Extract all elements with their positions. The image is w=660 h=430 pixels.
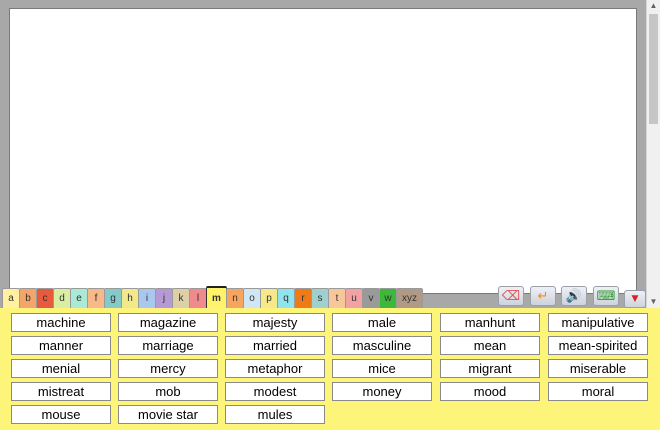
backspace-icon: ⌫ [501,288,521,304]
text-editor-area[interactable] [9,8,637,294]
word-button[interactable]: money [332,382,432,401]
vertical-scrollbar[interactable]: ▲ ▼ [646,0,660,308]
tab-letter-u[interactable]: u [345,288,363,308]
tab-letter-w[interactable]: w [379,288,397,308]
word-button[interactable]: mistreat [11,382,111,401]
word-button[interactable]: manipulative [548,313,648,332]
word-button[interactable]: modest [225,382,325,401]
enter-icon: ↵ [537,288,549,304]
tab-letter-k[interactable]: k [172,288,190,308]
tab-letter-s[interactable]: s [311,288,329,308]
backspace-button[interactable]: ⌫ [498,286,524,306]
word-button[interactable]: mean [440,336,540,355]
word-button[interactable]: married [225,336,325,355]
tab-letter-n[interactable]: n [226,288,244,308]
app-window: ▲ ▼ a b c d e f g h i j k l m n o p q r s t u v w xyz ⌫ ↵ 🔊 ⌨ ▼ mac… [0,0,660,430]
word-button[interactable]: mules [225,405,325,424]
word-button[interactable]: masculine [332,336,432,355]
word-button[interactable]: movie star [118,405,218,424]
tab-letter-q[interactable]: q [277,288,295,308]
tab-letter-e[interactable]: e [70,288,88,308]
word-button[interactable]: migrant [440,359,540,378]
collapse-icon: ▼ [631,294,639,304]
scroll-up-icon[interactable]: ▲ [647,0,660,12]
word-button[interactable]: mood [440,382,540,401]
tab-letter-f[interactable]: f [87,288,105,308]
tab-letter-c[interactable]: c [36,288,54,308]
tab-letter-i[interactable]: i [138,288,156,308]
keyboard-button[interactable]: ⌨ [593,286,619,306]
word-button[interactable]: mouse [11,405,111,424]
tab-letter-b[interactable]: b [19,288,37,308]
word-button[interactable]: majesty [225,313,325,332]
scroll-thumb[interactable] [649,14,658,124]
word-button[interactable]: mean-spirited [548,336,648,355]
word-button[interactable]: mice [332,359,432,378]
enter-button[interactable]: ↵ [530,286,556,306]
tab-letter-m[interactable]: m [206,286,227,308]
word-panel: machine magazine majesty male manhunt manipul… [0,308,660,430]
tab-letter-r[interactable]: r [294,288,312,308]
tab-letter-o[interactable]: o [243,288,261,308]
word-button[interactable]: miserable [548,359,648,378]
speaker-button[interactable]: 🔊 [561,286,587,306]
tab-letter-h[interactable]: h [121,288,139,308]
tab-letter-p[interactable]: p [260,288,278,308]
tab-letter-a[interactable]: a [2,288,20,308]
tab-letter-t[interactable]: t [328,288,346,308]
word-button[interactable]: magazine [118,313,218,332]
speaker-icon: 🔊 [565,288,583,304]
word-button[interactable]: manhunt [440,313,540,332]
word-button[interactable]: menial [11,359,111,378]
word-button[interactable]: manner [11,336,111,355]
word-button[interactable]: moral [548,382,648,401]
tab-letter-j[interactable]: j [155,288,173,308]
tab-letter-v[interactable]: v [362,288,380,308]
tab-letter-d[interactable]: d [53,288,71,308]
tab-letter-l[interactable]: l [189,288,207,308]
letter-tab-bar: a b c d e f g h i j k l m n o p q r s t u v w xyz [2,286,423,308]
word-button[interactable]: metaphor [225,359,325,378]
word-button[interactable]: mob [118,382,218,401]
word-button[interactable]: male [332,313,432,332]
word-button[interactable]: mercy [118,359,218,378]
keyboard-icon: ⌨ [596,288,616,304]
word-button[interactable]: marriage [118,336,218,355]
collapse-button[interactable]: ▼ [624,290,646,308]
word-button[interactable]: machine [11,313,111,332]
tab-letter-g[interactable]: g [104,288,122,308]
tab-letter-xyz[interactable]: xyz [396,288,423,308]
scroll-down-icon[interactable]: ▼ [647,296,660,308]
